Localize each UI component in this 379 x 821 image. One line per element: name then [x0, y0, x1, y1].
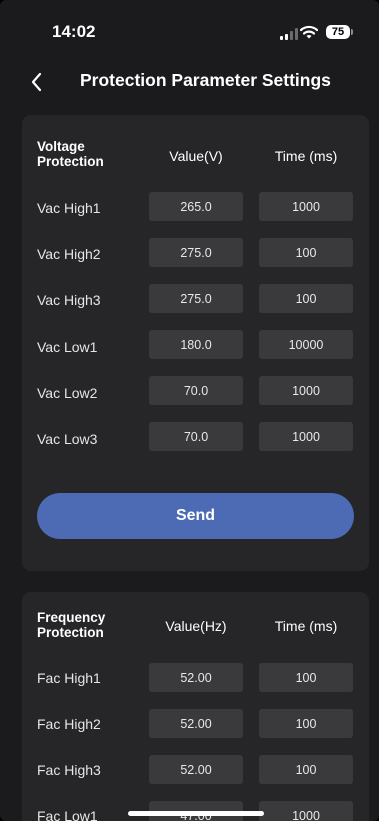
frequency-title-line1: Frequency	[37, 610, 106, 625]
status-time: 14:02	[52, 22, 96, 41]
value-field[interactable]: 70.0	[149, 376, 243, 405]
frequency-protection-card: Frequency Protection Value(Hz) Time (ms)…	[22, 592, 369, 821]
time-field[interactable]: 100	[259, 284, 353, 313]
row-label: Fac High3	[37, 762, 101, 778]
row-label: Vac Low3	[37, 431, 98, 447]
home-indicator[interactable]	[128, 811, 264, 816]
value-field[interactable]: 265.0	[149, 192, 243, 221]
row-label: Fac High1	[37, 670, 101, 686]
nav-bar: Protection Parameter Settings	[0, 60, 379, 104]
row-label: Vac High2	[37, 246, 101, 262]
battery-icon: 75	[326, 25, 350, 39]
row-label: Fac High2	[37, 716, 101, 732]
battery-cap	[351, 29, 353, 35]
signal-icon	[280, 28, 298, 40]
voltage-time-header: Time (ms)	[274, 148, 338, 164]
value-field[interactable]: 52.00	[149, 709, 243, 738]
value-field[interactable]: 275.0	[149, 284, 243, 313]
value-field[interactable]: 275.0	[149, 238, 243, 267]
value-field[interactable]: 52.00	[149, 755, 243, 784]
row-label: Vac High1	[37, 200, 101, 216]
time-field[interactable]: 100	[259, 238, 353, 267]
frequency-section-title: Frequency Protection	[37, 610, 105, 640]
voltage-section-title: Voltage Protection	[37, 139, 104, 169]
value-field[interactable]: 180.0	[149, 330, 243, 359]
value-field[interactable]: 70.0	[149, 422, 243, 451]
time-field[interactable]: 1000	[259, 376, 353, 405]
voltage-protection-card: Voltage Protection Value(V) Time (ms) Va…	[22, 115, 369, 571]
time-field[interactable]: 1000	[259, 801, 353, 821]
value-field[interactable]: 52.00	[149, 663, 243, 692]
frequency-value-header: Value(Hz)	[165, 618, 227, 634]
time-field[interactable]: 10000	[259, 330, 353, 359]
row-label: Vac Low1	[37, 339, 98, 355]
voltage-value-header: Value(V)	[169, 148, 223, 164]
time-field[interactable]: 1000	[259, 192, 353, 221]
time-field[interactable]: 100	[259, 709, 353, 738]
screen: 14:02 75 Protection Parameter Settings V…	[0, 0, 379, 821]
wifi-icon	[300, 25, 318, 39]
voltage-title-line1: Voltage	[37, 139, 85, 154]
frequency-title-line2: Protection	[37, 625, 104, 640]
frequency-time-header: Time (ms)	[274, 618, 338, 634]
status-bar: 14:02 75	[0, 0, 379, 60]
chevron-left-icon[interactable]	[26, 68, 48, 96]
time-field[interactable]: 100	[259, 755, 353, 784]
time-field[interactable]: 100	[259, 663, 353, 692]
time-field[interactable]: 1000	[259, 422, 353, 451]
row-label: Vac High3	[37, 292, 101, 308]
voltage-title-line2: Protection	[37, 154, 104, 169]
row-label: Fac Low1	[37, 808, 98, 821]
row-label: Vac Low2	[37, 385, 98, 401]
page-title: Protection Parameter Settings	[80, 70, 331, 90]
send-button[interactable]: Send	[37, 493, 354, 539]
